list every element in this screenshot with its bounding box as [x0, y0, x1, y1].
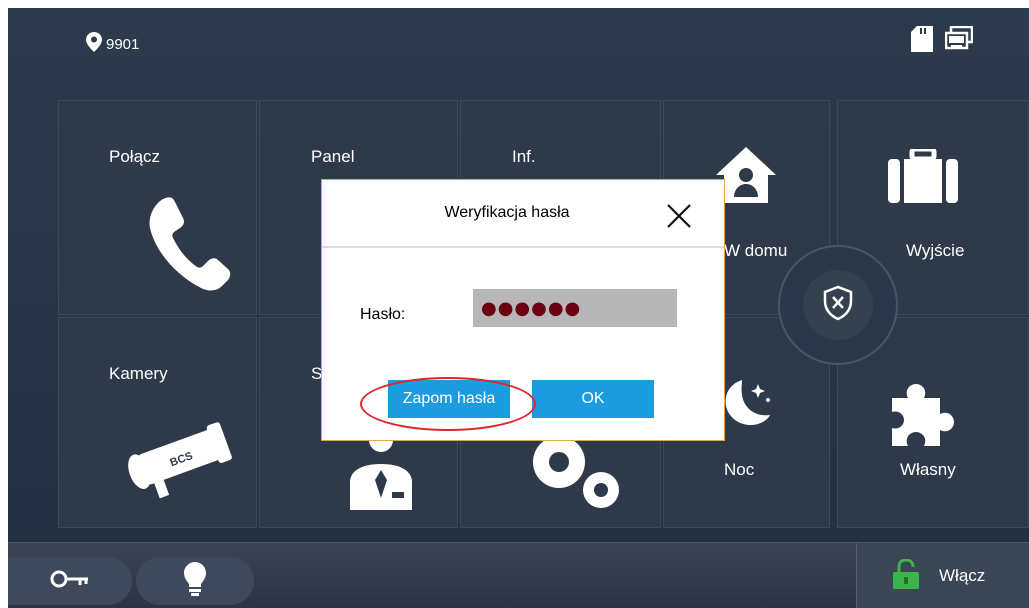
tile-night-label: Noc	[724, 460, 755, 479]
close-icon[interactable]	[665, 202, 693, 230]
tile-exit-label: Wyjście	[906, 241, 965, 260]
light-bulb-icon	[184, 561, 206, 601]
user-icon	[346, 428, 416, 515]
tile-info-label: Inf.	[512, 147, 536, 166]
bottom-bar: Włącz	[8, 542, 1029, 608]
monitor-icon	[944, 25, 974, 57]
tile-home-label: W domu	[724, 241, 788, 260]
status-icons	[911, 25, 974, 57]
ok-button[interactable]: OK	[532, 380, 654, 418]
tile-custom-label: Własny	[900, 460, 956, 479]
puzzle-icon	[892, 384, 954, 451]
top-status-bar: 9901	[8, 8, 1029, 80]
moon-icon	[722, 376, 778, 435]
forgot-password-button[interactable]: Zapom hasła	[388, 380, 510, 418]
tile-call[interactable]: Połącz	[58, 100, 257, 315]
password-field[interactable]	[473, 289, 677, 327]
enable-button[interactable]: Włącz	[856, 543, 1029, 608]
location-number: 9901	[106, 35, 140, 53]
sd-card-icon	[911, 26, 933, 57]
light-button[interactable]	[136, 557, 254, 605]
briefcase-icon	[888, 146, 958, 208]
key-icon	[50, 569, 90, 594]
dialog-divider	[322, 246, 724, 248]
tile-panel-label: Panel	[311, 147, 355, 166]
location-indicator: 9901	[86, 32, 139, 56]
unlock-key-button[interactable]	[8, 557, 132, 605]
tile-cameras[interactable]: Kamery BCS	[58, 317, 257, 528]
location-pin-icon	[86, 32, 102, 56]
camera-icon: BCS	[117, 416, 237, 505]
arm-disarm-hub[interactable]	[778, 245, 898, 365]
tile-call-label: Połącz	[109, 147, 161, 166]
enable-label: Włącz	[939, 566, 986, 585]
dialog-title: Weryfikacja hasła	[444, 204, 570, 221]
password-label: Hasło:	[360, 306, 406, 323]
tile-cameras-label: Kamery	[109, 364, 168, 383]
phone-icon	[145, 195, 231, 296]
unlock-padlock-icon	[893, 557, 919, 594]
gears-icon	[525, 436, 625, 517]
shield-icon	[822, 285, 854, 326]
password-verification-dialog: Weryfikacja hasła Hasło: Zapom hasła OK	[321, 179, 725, 441]
